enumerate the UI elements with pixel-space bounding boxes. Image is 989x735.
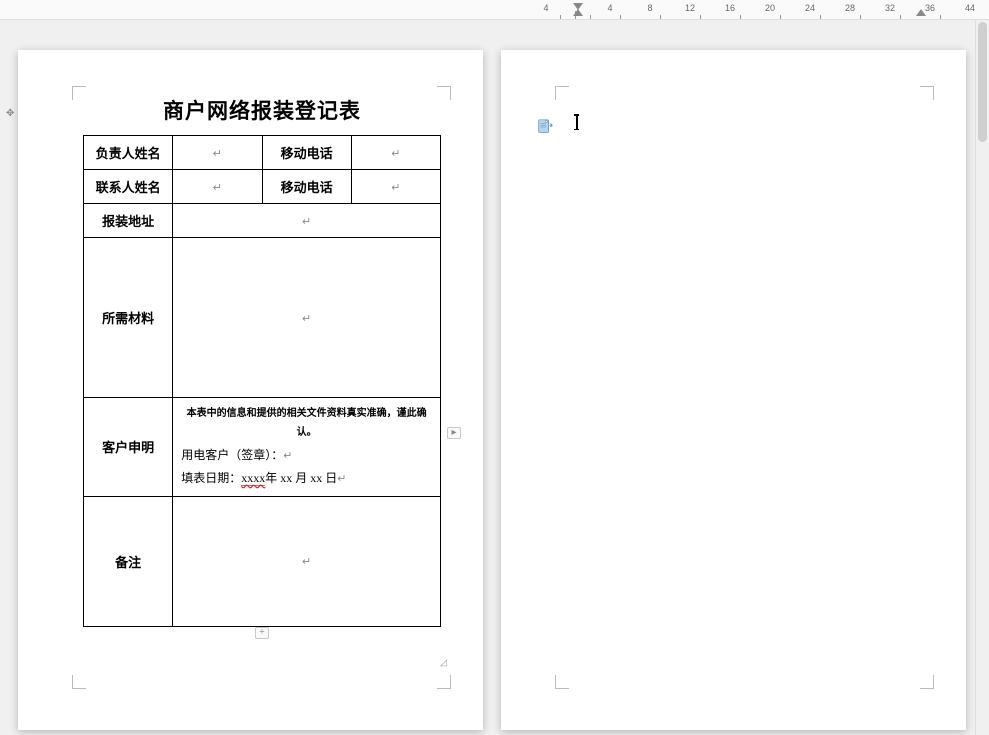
registration-form-table[interactable]: 负责人姓名 ↵ 移动电话 ↵ 联系人姓名 ↵ 移动电话 ↵ 报装地址 ↵ 所需材… (83, 135, 441, 627)
cell-materials-value[interactable]: ↵ (302, 313, 311, 325)
ruler-tick-label: 32 (885, 3, 895, 13)
cell-remarks-value[interactable]: ↵ (302, 556, 311, 568)
cell-address-label[interactable]: 报装地址 (84, 204, 173, 238)
add-row-handle[interactable]: + (255, 627, 269, 639)
document-icon[interactable] (536, 118, 554, 136)
document-area: ✥ 商户网络报装登记表 负责人姓名 ↵ 移动电话 ↵ 联系人姓名 ↵ 移动电话 … (0, 20, 989, 735)
cell-declaration-content[interactable]: 本表中的信息和提供的相关文件资料真实准确，谨此确认。 用电客户（签章）：↵ 填表… (173, 398, 441, 497)
cell-contact-name-value[interactable]: ↵ (213, 182, 222, 194)
ruler-tick-label: 12 (685, 3, 695, 13)
ruler-tick-label: 4 (607, 3, 612, 13)
document-title[interactable]: 商户网络报装登记表 (83, 95, 441, 125)
ruler-tick-label: 8 (647, 3, 652, 13)
ruler-tick-label: 16 (725, 3, 735, 13)
declaration-signature-line: 用电客户（签章）： (181, 448, 283, 462)
ruler-tick-label: 24 (805, 3, 815, 13)
cell-declaration-label[interactable]: 客户申明 (84, 398, 173, 497)
table-row: 报装地址 ↵ (84, 204, 441, 238)
text-cursor (576, 114, 578, 130)
cell-contact-phone-label[interactable]: 移动电话 (262, 170, 351, 204)
horizontal-ruler: 4 4 8 12 16 20 24 28 32 36 44 (0, 0, 989, 20)
ruler-tick-label: 44 (965, 3, 975, 13)
expand-handle-icon[interactable]: ▸ (447, 427, 461, 439)
table-row: 联系人姓名 ↵ 移动电话 ↵ (84, 170, 441, 204)
cell-materials-label[interactable]: 所需材料 (84, 238, 173, 398)
cell-owner-name-label[interactable]: 负责人姓名 (84, 136, 173, 170)
cell-remarks-label[interactable]: 备注 (84, 496, 173, 626)
cell-owner-name-value[interactable]: ↵ (213, 148, 222, 160)
declaration-small-text: 本表中的信息和提供的相关文件资料真实准确，谨此确认。 (181, 404, 432, 442)
page-2[interactable] (501, 50, 966, 730)
table-row: 备注 ↵ (84, 496, 441, 626)
cell-contact-phone-value[interactable]: ↵ (391, 182, 400, 194)
table-row: 所需材料 ↵ (84, 238, 441, 398)
table-anchor-icon[interactable]: ✥ (6, 108, 14, 119)
hanging-indent-marker[interactable] (573, 9, 583, 16)
margin-corner-icon (920, 675, 934, 689)
ruler-tick-label: 36 (925, 3, 935, 13)
table-row: 客户申明 本表中的信息和提供的相关文件资料真实准确，谨此确认。 用电客户（签章）… (84, 398, 441, 497)
ruler-tick-label: 4 (543, 3, 548, 13)
margin-corner-icon (555, 86, 569, 100)
scrollbar-thumb[interactable] (978, 22, 987, 142)
page-1[interactable]: ✥ 商户网络报装登记表 负责人姓名 ↵ 移动电话 ↵ 联系人姓名 ↵ 移动电话 … (18, 50, 483, 730)
cell-address-value[interactable]: ↵ (302, 216, 311, 228)
table-row: 负责人姓名 ↵ 移动电话 ↵ (84, 136, 441, 170)
margin-corner-icon (555, 675, 569, 689)
cell-owner-phone-label[interactable]: 移动电话 (262, 136, 351, 170)
cell-contact-name-label[interactable]: 联系人姓名 (84, 170, 173, 204)
vertical-scrollbar[interactable] (975, 20, 989, 735)
ruler-tick-label: 20 (765, 3, 775, 13)
margin-corner-icon (920, 86, 934, 100)
cell-owner-phone-value[interactable]: ↵ (391, 148, 400, 160)
table-resize-handle-icon[interactable]: ◿ (440, 657, 447, 668)
ruler-tick-label: 28 (845, 3, 855, 13)
declaration-date-line: 填表日期：xxxx年 xx 月 xx 日 (181, 471, 337, 486)
right-indent-marker[interactable] (916, 9, 926, 16)
